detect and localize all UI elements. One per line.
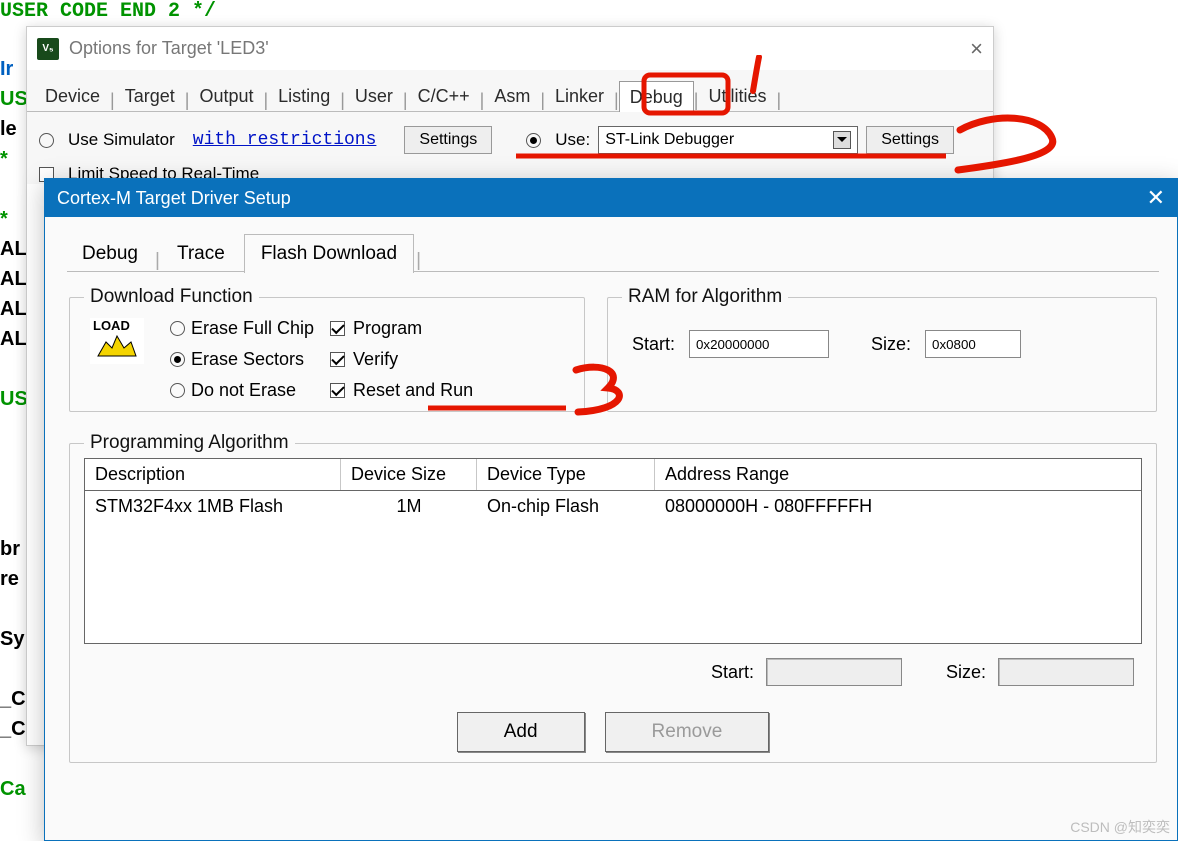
tab-asm[interactable]: Asm [484,83,540,111]
col-address-range[interactable]: Address Range [655,459,1141,490]
tab-linker[interactable]: Linker [545,83,614,111]
download-function-group: Download Function LOAD [69,286,585,412]
ram-for-algorithm-group: RAM for Algorithm Start: Size: [607,286,1157,412]
col-device-type[interactable]: Device Type [477,459,655,490]
svg-text:LOAD: LOAD [93,318,130,333]
target-options-icon: V₅ [37,38,59,60]
tab-user[interactable]: User [345,83,403,111]
close-icon[interactable]: ✕ [1147,185,1165,211]
watermark: CSDN @知奕奕 [1070,817,1170,837]
alg-size-input[interactable] [998,658,1134,686]
cortex-window: Cortex-M Target Driver Setup ✕ Debug | T… [44,178,1178,841]
table-row[interactable]: STM32F4xx 1MB Flash 1M On-chip Flash 080… [85,491,1141,523]
alg-start-label: Start: [711,662,754,683]
sim-settings-button[interactable]: Settings [404,126,492,154]
use-debugger-radio[interactable] [526,133,541,148]
tab-ccpp[interactable]: C/C++ [408,83,480,111]
program-checkbox[interactable]: Program [330,318,473,339]
alg-start-input[interactable] [766,658,902,686]
ram-for-algorithm-legend: RAM for Algorithm [622,286,788,308]
remove-button[interactable]: Remove [605,712,770,752]
reset-and-run-checkbox[interactable]: Reset and Run [330,380,473,401]
tab-debug[interactable]: Debug [619,81,694,112]
algorithm-table: Description Device Size Device Type Addr… [84,458,1142,644]
with-restrictions-link[interactable]: with restrictions [193,130,377,150]
debugger-selected-text: ST-Link Debugger [605,131,734,149]
tab-device[interactable]: Device [35,83,110,111]
cortex-subtabs: Debug | Trace Flash Download | [67,233,1159,272]
add-button[interactable]: Add [457,712,585,752]
options-titlebar: V₅ Options for Target 'LED3' × [27,27,993,70]
ram-start-input[interactable] [689,330,829,358]
erase-full-chip-radio[interactable]: Erase Full Chip [170,318,314,339]
programming-algorithm-group: Programming Algorithm Description Device… [69,432,1157,763]
do-not-erase-radio[interactable]: Do not Erase [170,380,314,401]
download-function-legend: Download Function [84,286,259,308]
subtab-debug[interactable]: Debug [67,236,153,272]
tab-listing[interactable]: Listing [268,83,340,111]
programming-algorithm-legend: Programming Algorithm [84,432,295,454]
tab-output[interactable]: Output [189,83,263,111]
use-label: Use: [555,130,590,150]
subtab-trace[interactable]: Trace [162,236,240,272]
load-icon: LOAD [90,318,144,364]
use-simulator-radio[interactable] [39,133,54,148]
debugger-select[interactable]: ST-Link Debugger [598,126,858,154]
ram-start-label: Start: [632,334,675,355]
tab-utilities[interactable]: Utilities [698,83,776,111]
ram-size-label: Size: [871,334,911,355]
erase-sectors-radio[interactable]: Erase Sectors [170,349,314,370]
close-icon[interactable]: × [970,36,983,62]
verify-checkbox[interactable]: Verify [330,349,473,370]
options-tabstrip: Device| Target| Output| Listing| User| C… [27,70,993,112]
debugger-settings-button[interactable]: Settings [866,126,954,154]
cortex-titlebar: Cortex-M Target Driver Setup ✕ [45,179,1177,217]
options-title-text: Options for Target 'LED3' [69,38,269,59]
algorithm-table-header: Description Device Size Device Type Addr… [85,459,1141,491]
col-device-size[interactable]: Device Size [341,459,477,490]
ram-size-input[interactable] [925,330,1021,358]
cortex-title-text: Cortex-M Target Driver Setup [57,188,291,209]
subtab-flash-download[interactable]: Flash Download [244,234,414,273]
use-simulator-label: Use Simulator [68,130,175,150]
alg-size-label: Size: [946,662,986,683]
tab-target[interactable]: Target [115,83,185,111]
col-description[interactable]: Description [85,459,341,490]
chevron-down-icon[interactable] [833,131,851,149]
